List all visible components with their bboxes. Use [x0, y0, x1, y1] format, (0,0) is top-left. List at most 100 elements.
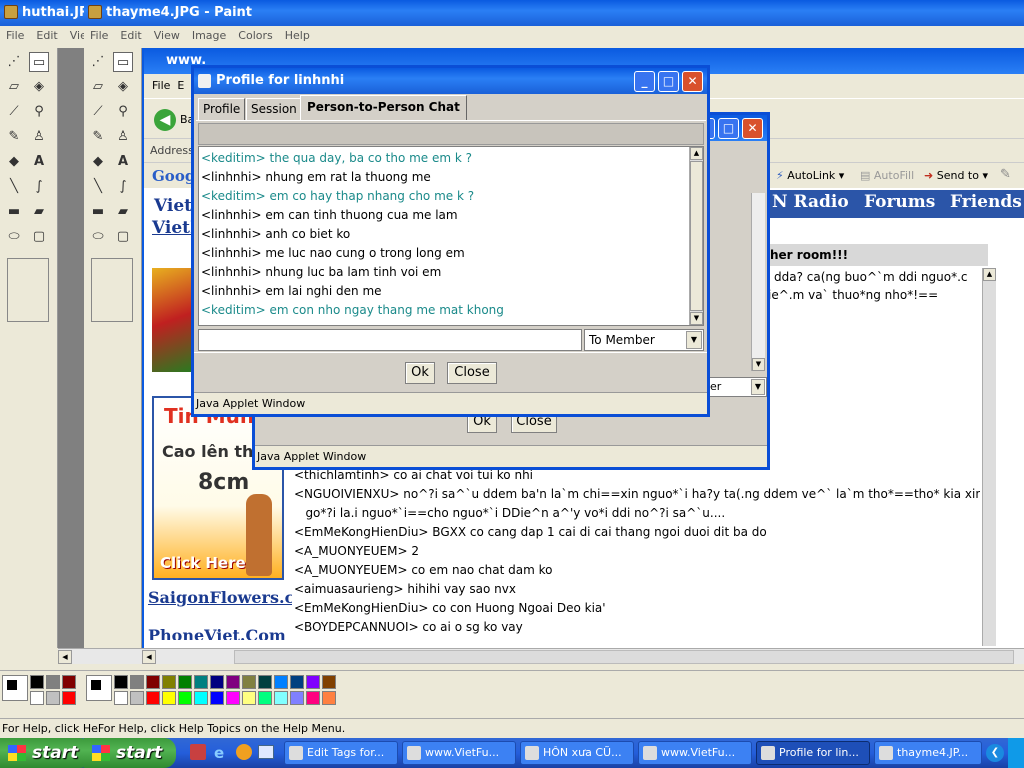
maximize-icon[interactable]: □: [718, 118, 739, 139]
maximize-icon[interactable]: □: [658, 71, 679, 92]
phoneviet-link[interactable]: PhoneViet.Com: [148, 626, 292, 640]
airbrush-icon[interactable]: ◆: [4, 152, 24, 172]
back-dialog-scrollbar[interactable]: ▼: [751, 193, 765, 371]
menu-help[interactable]: Help: [285, 29, 310, 42]
ok-button[interactable]: Ok: [405, 362, 435, 384]
tab-session[interactable]: Session: [246, 98, 302, 120]
color-swatch[interactable]: [46, 691, 60, 705]
color-swatch[interactable]: [210, 675, 224, 689]
rectangle-icon[interactable]: ▬: [4, 202, 24, 222]
select-icon[interactable]: ▭: [113, 52, 133, 72]
profile-titlebar[interactable]: Profile for linhnhi _ □ ✕: [194, 68, 707, 94]
line-icon[interactable]: ╲: [4, 177, 24, 197]
scroll-thumb[interactable]: [690, 161, 703, 311]
taskbar-button[interactable]: HÔN xưa CŨ...: [520, 741, 634, 765]
menu-file[interactable]: File: [90, 29, 108, 42]
menu-edit[interactable]: Edit: [120, 29, 141, 42]
text-icon[interactable]: A: [29, 152, 49, 172]
color-swatch[interactable]: [114, 691, 128, 705]
scroll-thumb[interactable]: [234, 650, 1014, 664]
menu-view[interactable]: View: [70, 29, 84, 42]
color-swatch[interactable]: [274, 675, 288, 689]
color-swatch[interactable]: [322, 675, 336, 689]
color-swatch[interactable]: [290, 691, 304, 705]
tab-profile[interactable]: Profile: [198, 98, 246, 120]
ellipse-icon[interactable]: ⬭: [88, 227, 108, 247]
color-swatch[interactable]: [114, 675, 128, 689]
eraser-icon[interactable]: ▱: [88, 77, 108, 97]
pencil-tool-icon[interactable]: ✎: [1000, 167, 1011, 182]
scroll-up-icon[interactable]: ▲: [690, 147, 703, 160]
taskbar-button[interactable]: thayme4.JP...: [874, 741, 982, 765]
messenger-icon[interactable]: [236, 744, 252, 760]
autofill-button[interactable]: ▤ AutoFill: [860, 169, 914, 182]
picker-icon[interactable]: ⟋: [88, 102, 108, 122]
color-swatch[interactable]: [178, 675, 192, 689]
nav-radio-link[interactable]: N Radio: [772, 192, 849, 212]
rounded-rect-icon[interactable]: ▢: [29, 227, 49, 247]
browser-menu-file[interactable]: File: [152, 79, 170, 92]
color-swatch[interactable]: [30, 675, 44, 689]
room-scrollbar[interactable]: ▲: [982, 268, 996, 646]
menu-image[interactable]: Image: [192, 29, 226, 42]
autolink-button[interactable]: ⚡ AutoLink ▾: [776, 169, 844, 182]
free-select-icon[interactable]: ⋰: [4, 52, 24, 72]
eraser-icon[interactable]: ▱: [4, 77, 24, 97]
color-swatch[interactable]: [258, 691, 272, 705]
scroll-down-icon[interactable]: ▼: [690, 312, 703, 325]
start-button[interactable]: start: [84, 738, 176, 768]
free-select-icon[interactable]: ⋰: [88, 52, 108, 72]
color-swatch[interactable]: [146, 691, 160, 705]
color-swatch[interactable]: [130, 675, 144, 689]
nav-friends-link[interactable]: Friends: [950, 192, 1022, 212]
close-icon[interactable]: ✕: [742, 118, 763, 139]
airbrush-icon[interactable]: ◆: [88, 152, 108, 172]
canvas-hscroll[interactable]: ◀ ◀: [58, 648, 1024, 664]
browser-menu-edit[interactable]: E: [177, 79, 184, 92]
start-button[interactable]: start: [0, 738, 92, 768]
tool-options-box[interactable]: [7, 258, 49, 322]
color-swatch[interactable]: [146, 675, 160, 689]
color-swatch[interactable]: [210, 691, 224, 705]
menu-view[interactable]: View: [154, 29, 180, 42]
color-swatch[interactable]: [130, 691, 144, 705]
taskbar-button[interactable]: www.VietFu...: [638, 741, 752, 765]
fill-icon[interactable]: ◈: [29, 77, 49, 97]
color-swatch[interactable]: [178, 691, 192, 705]
rounded-rect-icon[interactable]: ▢: [113, 227, 133, 247]
paint-front-titlebar[interactable]: thayme4.JPG - Paint: [84, 0, 1024, 26]
tray-expand-icon[interactable]: ❮: [986, 744, 1004, 762]
color-swatch[interactable]: [30, 691, 44, 705]
google-logo[interactable]: Goog: [152, 167, 195, 185]
color-swatch[interactable]: [194, 691, 208, 705]
current-colors-box[interactable]: [86, 675, 112, 701]
scroll-left-icon[interactable]: ◀: [142, 650, 156, 664]
color-swatch[interactable]: [290, 675, 304, 689]
color-swatch[interactable]: [162, 691, 176, 705]
ie-icon[interactable]: e: [214, 744, 224, 762]
color-swatch[interactable]: [258, 675, 272, 689]
saigonflowers-link[interactable]: SaigonFlowers.c: [148, 588, 292, 607]
rectangle-icon[interactable]: ▬: [88, 202, 108, 222]
ellipse-icon[interactable]: ⬭: [4, 227, 24, 247]
polygon-icon[interactable]: ▰: [113, 202, 133, 222]
chat-scrollbar[interactable]: ▲ ▼: [689, 147, 703, 325]
scroll-left-icon[interactable]: ◀: [58, 650, 72, 664]
text-icon[interactable]: A: [113, 152, 133, 172]
desktop-icon[interactable]: [258, 745, 274, 759]
color-swatch[interactable]: [226, 691, 240, 705]
color-swatch[interactable]: [322, 691, 336, 705]
taskbar-button[interactable]: Profile for lin...: [756, 741, 870, 765]
picker-icon[interactable]: ⟋: [4, 102, 24, 122]
color-swatch[interactable]: [274, 691, 288, 705]
color-swatch[interactable]: [306, 691, 320, 705]
back-dialog-dropdown[interactable]: er ▼: [707, 377, 767, 397]
line-icon[interactable]: ╲: [88, 177, 108, 197]
back-arrow-icon[interactable]: ◀: [154, 109, 176, 131]
color-swatch[interactable]: [62, 675, 76, 689]
scroll-up-icon[interactable]: ▲: [983, 268, 996, 281]
tool-options-box[interactable]: [91, 258, 133, 322]
ad-click-label[interactable]: Click Here: [160, 554, 246, 572]
color-swatch[interactable]: [306, 675, 320, 689]
menu-colors[interactable]: Colors: [238, 29, 272, 42]
